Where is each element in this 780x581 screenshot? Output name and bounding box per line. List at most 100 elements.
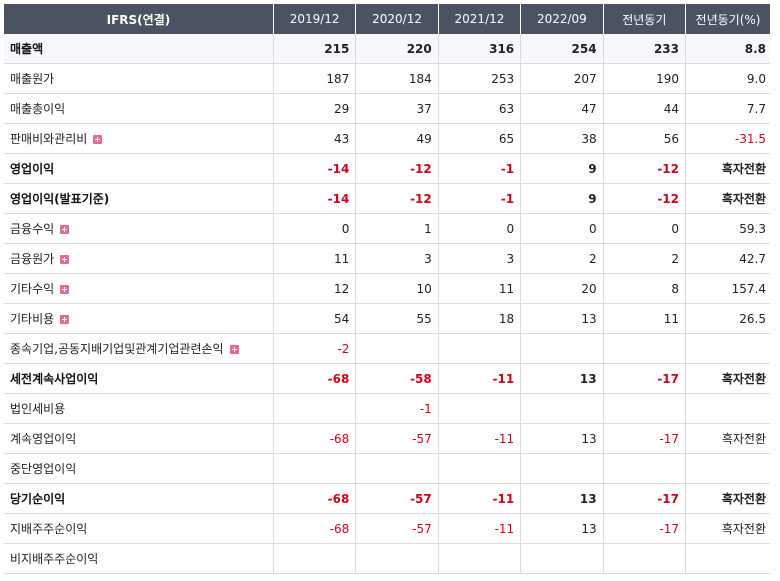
table-row: 매출액 215 220 316 254 233 8.8 bbox=[4, 34, 770, 64]
cell-value: 7.7 bbox=[685, 93, 770, 124]
cell-value bbox=[273, 393, 357, 424]
cell-value: 190 bbox=[603, 63, 687, 94]
table-row: 영업이익(발표기준) -14 -12 -1 9 -12 흑자전환 bbox=[4, 183, 770, 214]
row-label: 기타수익 bbox=[4, 273, 274, 304]
expand-plus-icon[interactable] bbox=[60, 285, 70, 294]
cell-value: 157.4 bbox=[685, 273, 770, 304]
row-label-text: 판매비와관리비 bbox=[10, 132, 88, 146]
row-label: 금융원가 bbox=[4, 243, 274, 274]
cell-value bbox=[520, 333, 604, 364]
cell-value: 59.3 bbox=[685, 213, 770, 244]
cell-value: 220 bbox=[355, 34, 439, 64]
cell-value: 63 bbox=[438, 93, 522, 124]
row-label: 지배주주순이익 bbox=[4, 513, 274, 544]
expand-plus-icon[interactable] bbox=[60, 315, 70, 324]
cell-value: -58 bbox=[355, 363, 439, 394]
cell-value bbox=[355, 453, 439, 484]
cell-value: 0 bbox=[520, 213, 604, 244]
table-row: 비지배주주순이익 bbox=[4, 543, 770, 574]
cell-value: 2 bbox=[603, 243, 687, 274]
table-row: 기타수익 12 10 11 20 8 157.4 bbox=[4, 273, 770, 304]
cell-value: 13 bbox=[520, 303, 604, 334]
cell-value: 3 bbox=[355, 243, 439, 274]
cell-value: 9 bbox=[520, 153, 604, 184]
header-period: 전년동기(%) bbox=[685, 4, 770, 34]
row-label: 매출원가 bbox=[4, 63, 274, 94]
table-row: 매출총이익 29 37 63 47 44 7.7 bbox=[4, 93, 770, 124]
cell-value bbox=[603, 543, 687, 574]
expand-plus-icon[interactable] bbox=[60, 255, 70, 264]
cell-value: 38 bbox=[520, 123, 604, 154]
row-label-text: 매출액 bbox=[10, 42, 44, 56]
row-label-text: 비지배주주순이익 bbox=[10, 552, 99, 566]
cell-value: 65 bbox=[438, 123, 522, 154]
cell-value: 55 bbox=[355, 303, 439, 334]
cell-value bbox=[273, 453, 357, 484]
cell-value bbox=[520, 543, 604, 574]
cell-value: 11 bbox=[603, 303, 687, 334]
row-label-text: 영업이익 bbox=[10, 162, 55, 176]
cell-value bbox=[685, 393, 770, 424]
cell-value: -17 bbox=[603, 513, 687, 544]
cell-value: -17 bbox=[603, 363, 687, 394]
cell-value: 8 bbox=[603, 273, 687, 304]
row-label: 비지배주주순이익 bbox=[4, 543, 274, 574]
cell-value: -68 bbox=[273, 513, 357, 544]
cell-value: 29 bbox=[273, 93, 357, 124]
cell-value: -57 bbox=[355, 423, 439, 454]
row-label: 매출총이익 bbox=[4, 93, 274, 124]
cell-value: 0 bbox=[603, 213, 687, 244]
cell-value: 233 bbox=[603, 34, 687, 64]
header-period: 2019/12 bbox=[273, 4, 357, 34]
cell-value: 42.7 bbox=[685, 243, 770, 274]
table-row: 법인세비용 -1 bbox=[4, 393, 770, 424]
cell-value: 13 bbox=[520, 363, 604, 394]
cell-value bbox=[685, 543, 770, 574]
row-label: 매출액 bbox=[4, 34, 274, 64]
cell-value: 44 bbox=[603, 93, 687, 124]
cell-value: 10 bbox=[355, 273, 439, 304]
row-label-text: 세전계속사업이익 bbox=[10, 372, 99, 386]
cell-value bbox=[603, 393, 687, 424]
cell-value: 1 bbox=[355, 213, 439, 244]
header-ifrs-label: IFRS(연결) bbox=[4, 4, 274, 34]
cell-value: -12 bbox=[603, 183, 687, 214]
table-row: 지배주주순이익 -68 -57 -11 13 -17 흑자전환 bbox=[4, 513, 770, 544]
cell-value: 316 bbox=[438, 34, 522, 64]
cell-value bbox=[438, 453, 522, 484]
cell-value: 2 bbox=[520, 243, 604, 274]
table-row: 계속영업이익 -68 -57 -11 13 -17 흑자전환 bbox=[4, 423, 770, 454]
table-row: 세전계속사업이익 -68 -58 -11 13 -17 흑자전환 bbox=[4, 363, 770, 394]
row-label: 중단영업이익 bbox=[4, 453, 274, 484]
table-row: 금융원가 11 3 3 2 2 42.7 bbox=[4, 243, 770, 274]
cell-value bbox=[355, 333, 439, 364]
cell-value bbox=[520, 393, 604, 424]
row-label: 법인세비용 bbox=[4, 393, 274, 424]
row-label: 영업이익(발표기준) bbox=[4, 183, 274, 214]
cell-value: -68 bbox=[273, 483, 357, 514]
cell-value: -1 bbox=[438, 153, 522, 184]
expand-plus-icon[interactable] bbox=[60, 225, 70, 234]
table-header: IFRS(연결) 2019/12 2020/12 2021/12 2022/09… bbox=[4, 4, 770, 34]
cell-value: 13 bbox=[520, 483, 604, 514]
header-period: 전년동기 bbox=[603, 4, 687, 34]
cell-value: 흑자전환 bbox=[685, 363, 770, 394]
cell-value: -11 bbox=[438, 483, 522, 514]
expand-plus-icon[interactable] bbox=[93, 135, 103, 144]
cell-value: -11 bbox=[438, 363, 522, 394]
cell-value bbox=[438, 543, 522, 574]
row-label-text: 중단영업이익 bbox=[10, 462, 77, 476]
header-period: 2020/12 bbox=[355, 4, 439, 34]
expand-plus-icon[interactable] bbox=[229, 345, 239, 354]
cell-value bbox=[438, 333, 522, 364]
cell-value: 37 bbox=[355, 93, 439, 124]
income-statement-table: IFRS(연결) 2019/12 2020/12 2021/12 2022/09… bbox=[4, 4, 770, 574]
cell-value: 215 bbox=[273, 34, 357, 64]
cell-value: 26.5 bbox=[685, 303, 770, 334]
cell-value: 12 bbox=[273, 273, 357, 304]
row-label: 금융수익 bbox=[4, 213, 274, 244]
cell-value: -12 bbox=[355, 183, 439, 214]
header-period: 2021/12 bbox=[438, 4, 522, 34]
row-label-text: 계속영업이익 bbox=[10, 432, 77, 446]
cell-value bbox=[438, 393, 522, 424]
